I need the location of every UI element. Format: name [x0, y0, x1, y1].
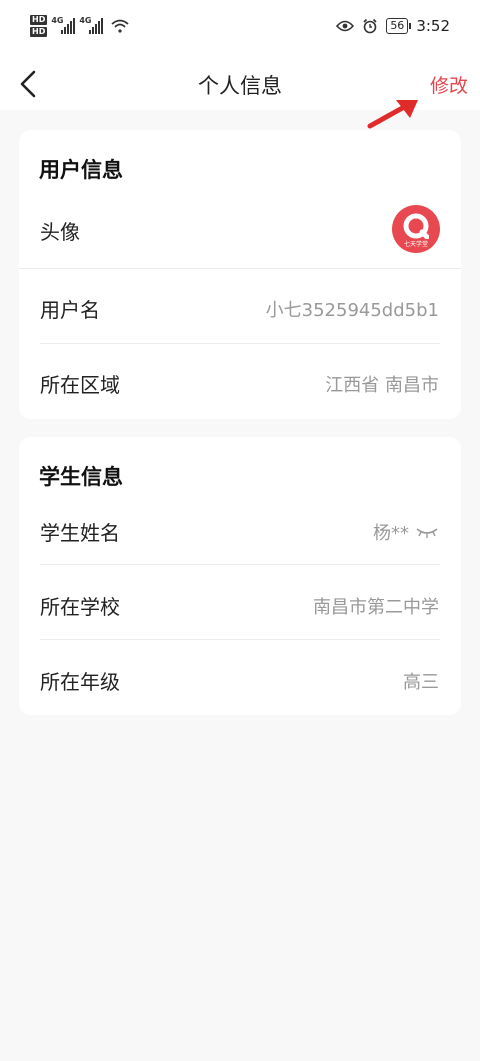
- wifi-icon: [111, 19, 129, 33]
- grade-row: 所在年级 高三: [19, 642, 461, 717]
- student-name-label: 学生姓名: [40, 521, 120, 545]
- eye-comfort-icon: [336, 20, 355, 32]
- status-bar: HD HD 4G 4G 56 3:52: [0, 0, 480, 58]
- user-info-card: 用户信息 头像 七天学堂 用户名 小七3525945dd5b1 所在区域 江西省…: [19, 130, 461, 419]
- avatar[interactable]: 七天学堂: [392, 205, 440, 253]
- signal-icon: 4G: [51, 16, 76, 34]
- signal-icon: 4G: [79, 16, 104, 34]
- divider: [19, 268, 461, 269]
- hd-badge: HD: [30, 27, 48, 37]
- student-name-row: 学生姓名 杨**: [19, 493, 461, 568]
- network-type-label: 4G: [79, 16, 92, 25]
- user-info-title: 用户信息: [39, 158, 123, 182]
- avatar-logo-icon: [403, 213, 429, 239]
- username-value: 小七3525945dd5b1: [265, 300, 439, 321]
- username-label: 用户名: [40, 298, 100, 322]
- battery-icon: 56: [386, 18, 412, 34]
- alarm-icon: [363, 18, 377, 34]
- username-row: 用户名 小七3525945dd5b1: [19, 270, 461, 345]
- student-info-title: 学生信息: [39, 465, 123, 489]
- divider: [40, 564, 440, 565]
- hd-badge: HD: [30, 15, 48, 25]
- avatar-label: 头像: [40, 220, 80, 244]
- student-info-card: 学生信息 学生姓名 杨** 所在学校 南昌市第二中学 所在年级 高三: [19, 437, 461, 715]
- region-row: 所在区域 江西省 南昌市: [19, 345, 461, 420]
- student-name-value-wrap: 杨**: [373, 519, 439, 545]
- school-label: 所在学校: [40, 595, 120, 619]
- region-label: 所在区域: [40, 373, 120, 397]
- school-value: 南昌市第二中学: [313, 597, 439, 618]
- divider: [40, 343, 440, 344]
- student-name-value: 杨**: [373, 523, 409, 544]
- hd-indicators: HD HD: [30, 15, 48, 37]
- network-type-label: 4G: [51, 16, 64, 25]
- divider: [40, 639, 440, 640]
- status-left: HD HD 4G 4G: [30, 15, 129, 37]
- region-value: 江西省 南昌市: [325, 375, 439, 396]
- status-right: 56 3:52: [336, 17, 450, 35]
- grade-label: 所在年级: [40, 670, 120, 694]
- clock-time: 3:52: [416, 17, 450, 35]
- edit-button[interactable]: 修改: [430, 71, 468, 98]
- eye-closed-icon[interactable]: [415, 525, 439, 539]
- avatar-brand-text: 七天学堂: [403, 241, 428, 248]
- school-row: 所在学校 南昌市第二中学: [19, 567, 461, 642]
- annotation-arrow-icon: [367, 100, 418, 129]
- grade-value: 高三: [403, 672, 439, 693]
